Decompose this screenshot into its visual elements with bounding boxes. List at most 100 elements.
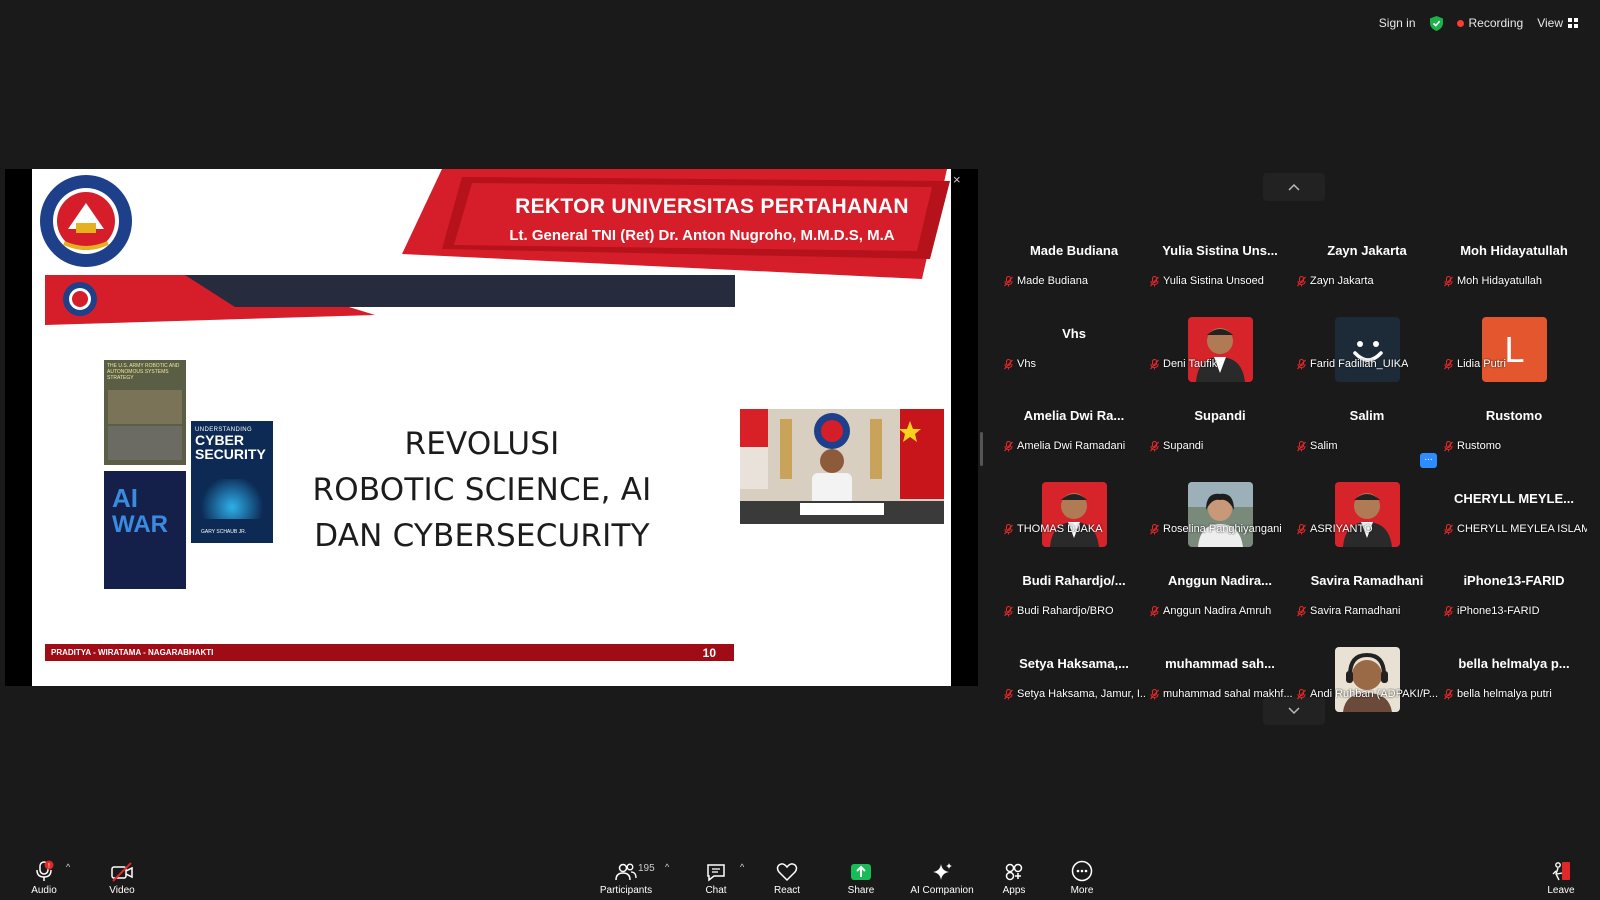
participant-tile[interactable]: Budi Rahardjo/... Budi Rahardjo/BRO: [1001, 557, 1147, 639]
avatar: [1335, 317, 1400, 382]
microphone-muted-icon: [1150, 688, 1159, 699]
recording-dot-icon: [1456, 19, 1464, 27]
participant-tile[interactable]: iPhone13-FARID iPhone13-FARID: [1441, 557, 1587, 639]
participant-video: [1188, 482, 1253, 547]
participant-video: [1188, 317, 1253, 382]
participant-tile[interactable]: Vhs Vhs: [1001, 310, 1147, 392]
participant-tile[interactable]: Salim Salim: [1294, 392, 1440, 474]
participant-video: [1335, 647, 1400, 712]
participant-tile[interactable]: Farid Fadillah_UIKA: [1294, 310, 1440, 392]
microphone-muted-icon: [1004, 605, 1013, 616]
participant-name: Anggun Nadira Amruh: [1163, 605, 1272, 617]
recording-indicator[interactable]: Recording: [1456, 16, 1523, 30]
participant-name-label: Supandi: [1150, 440, 1203, 452]
microphone-muted-icon: [1297, 523, 1306, 534]
participant-tile[interactable]: CHERYLL MEYLE... CHERYLL MEYLEA ISLAM...: [1441, 475, 1587, 557]
participant-tile[interactable]: Setya Haksama,... Setya Haksama, Jamur, I…: [1001, 640, 1147, 722]
participant-name-label: Deni Taufik: [1150, 358, 1217, 370]
participant-tile[interactable]: bella helmalya p... bella helmalya putri: [1441, 640, 1587, 722]
microphone-muted-icon: [1150, 440, 1159, 451]
participant-tile[interactable]: Supandi Supandi: [1147, 392, 1293, 474]
gallery-page-up-button[interactable]: [1263, 173, 1325, 201]
ai-companion-button[interactable]: AI Companion: [908, 852, 976, 900]
participant-display-name: Anggun Nadira...: [1168, 573, 1272, 588]
participant-display-name: Vhs: [1062, 326, 1086, 341]
participant-tile[interactable]: Deni Taufik: [1147, 310, 1293, 392]
microphone-muted-icon: [1150, 523, 1159, 534]
microphone-muted-icon: [1004, 358, 1013, 369]
participant-name-label: Moh Hidayatullah: [1444, 275, 1542, 287]
slide-page-number: 10: [702, 645, 716, 660]
tile-more-options-button[interactable]: ...: [1420, 453, 1437, 468]
participant-tile[interactable]: muhammad sah... muhammad sahal makhf...: [1147, 640, 1293, 722]
microphone-muted-icon: [1150, 605, 1159, 616]
slide-title-line-3: DAN CYBERSECURITY: [314, 518, 650, 554]
leave-button[interactable]: Leave: [1546, 852, 1576, 900]
grid-icon: [1568, 18, 1578, 28]
participant-name-label: THOMAS DJAKA: [1004, 523, 1103, 535]
participant-name: Andi Ruhban (ADPAKI/P...: [1310, 688, 1438, 700]
participant-tile[interactable]: Moh Hidayatullah Moh Hidayatullah: [1441, 227, 1587, 309]
avatar: L: [1482, 317, 1547, 382]
audio-button[interactable]: ! Audio: [26, 852, 62, 900]
participant-name-label: Amelia Dwi Ramadani: [1004, 440, 1125, 452]
participant-name: ASRIYANTO: [1310, 523, 1373, 535]
shared-screen[interactable]: REKTOR UNIVERSITAS PERTAHANAN Lt. Genera…: [5, 169, 978, 686]
microphone-muted-icon: [1150, 358, 1159, 369]
microphone-muted-icon: [1444, 358, 1453, 369]
header-ribbon: [45, 275, 735, 325]
participant-tile[interactable]: Andi Ruhban (ADPAKI/P...: [1294, 640, 1440, 722]
banner-title: REKTOR UNIVERSITAS PERTAHANAN: [515, 195, 909, 218]
panel-resize-handle[interactable]: [980, 432, 983, 466]
participant-tile[interactable]: Yulia Sistina Uns... Yulia Sistina Unsoed: [1147, 227, 1293, 309]
video-off-icon: [111, 862, 133, 882]
participants-options-caret[interactable]: ^: [665, 862, 669, 872]
participants-button[interactable]: Participants: [596, 852, 656, 900]
microphone-muted-icon: [1297, 275, 1306, 286]
microphone-muted-icon: [1444, 688, 1453, 699]
participant-tile[interactable]: L Lidia Putri: [1441, 310, 1587, 392]
participant-name: bella helmalya putri: [1457, 688, 1552, 700]
share-screen-icon: [851, 864, 871, 880]
more-button[interactable]: More: [1068, 852, 1096, 900]
microphone-muted-icon: [1444, 523, 1453, 534]
meeting-window: Sign in Recording View REKTOR UNIVERSITA…: [0, 0, 1600, 900]
audio-options-caret[interactable]: ^: [66, 862, 70, 872]
participant-name-label: bella helmalya putri: [1444, 688, 1552, 700]
banner-subtitle: Lt. General TNI (Ret) Dr. Anton Nugroho,…: [509, 227, 895, 244]
microphone-muted-icon: [1004, 440, 1013, 451]
book3-line1: AI: [112, 483, 138, 513]
video-button[interactable]: Video: [104, 852, 140, 900]
apps-button[interactable]: Apps: [1000, 852, 1028, 900]
participant-name: Setya Haksama, Jamur, I...: [1017, 688, 1147, 700]
close-share-icon[interactable]: ×: [953, 172, 961, 187]
microphone-muted-icon: [1297, 358, 1306, 369]
apps-icon: [1005, 863, 1023, 881]
participant-display-name: Made Budiana: [1029, 243, 1119, 258]
participant-display-name: Salim: [1349, 408, 1385, 423]
participant-tile[interactable]: Savira Ramadhani Savira Ramadhani: [1294, 557, 1440, 639]
slide-title: REVOLUSI ROBOTIC SCIENCE, AI DAN CYBERSE…: [297, 421, 667, 559]
security-shield-icon[interactable]: [1429, 15, 1443, 31]
sparkle-icon: [933, 863, 952, 880]
react-button[interactable]: React: [772, 852, 802, 900]
participant-name-label: muhammad sahal makhf...: [1150, 688, 1293, 700]
participant-tile[interactable]: Anggun Nadira... Anggun Nadira Amruh: [1147, 557, 1293, 639]
participant-tile[interactable]: Made Budiana Made Budiana: [1001, 227, 1147, 309]
participant-tile[interactable]: THOMAS DJAKA: [1001, 475, 1147, 557]
participant-tile[interactable]: Rustomo Rustomo: [1441, 392, 1587, 474]
view-button[interactable]: View: [1537, 16, 1578, 30]
participant-tile[interactable]: Amelia Dwi Ra... Amelia Dwi Ramadani: [1001, 392, 1147, 474]
participant-tile[interactable]: Zayn Jakarta Zayn Jakarta: [1294, 227, 1440, 309]
participant-display-name: Moh Hidayatullah: [1460, 243, 1568, 258]
sign-in-button[interactable]: Sign in: [1379, 16, 1416, 30]
participant-name-label: Budi Rahardjo/BRO: [1004, 605, 1114, 617]
chat-button[interactable]: Chat: [702, 852, 730, 900]
participant-name-label: Andi Ruhban (ADPAKI/P...: [1297, 688, 1438, 700]
participant-tile[interactable]: ASRIYANTO: [1294, 475, 1440, 557]
participant-name: Yulia Sistina Unsoed: [1163, 275, 1264, 287]
participant-tile[interactable]: Roselina Panghiyangani: [1147, 475, 1293, 557]
share-button[interactable]: Share: [846, 852, 876, 900]
chat-options-caret[interactable]: ^: [740, 862, 744, 872]
participants-label: Participants: [599, 885, 653, 896]
